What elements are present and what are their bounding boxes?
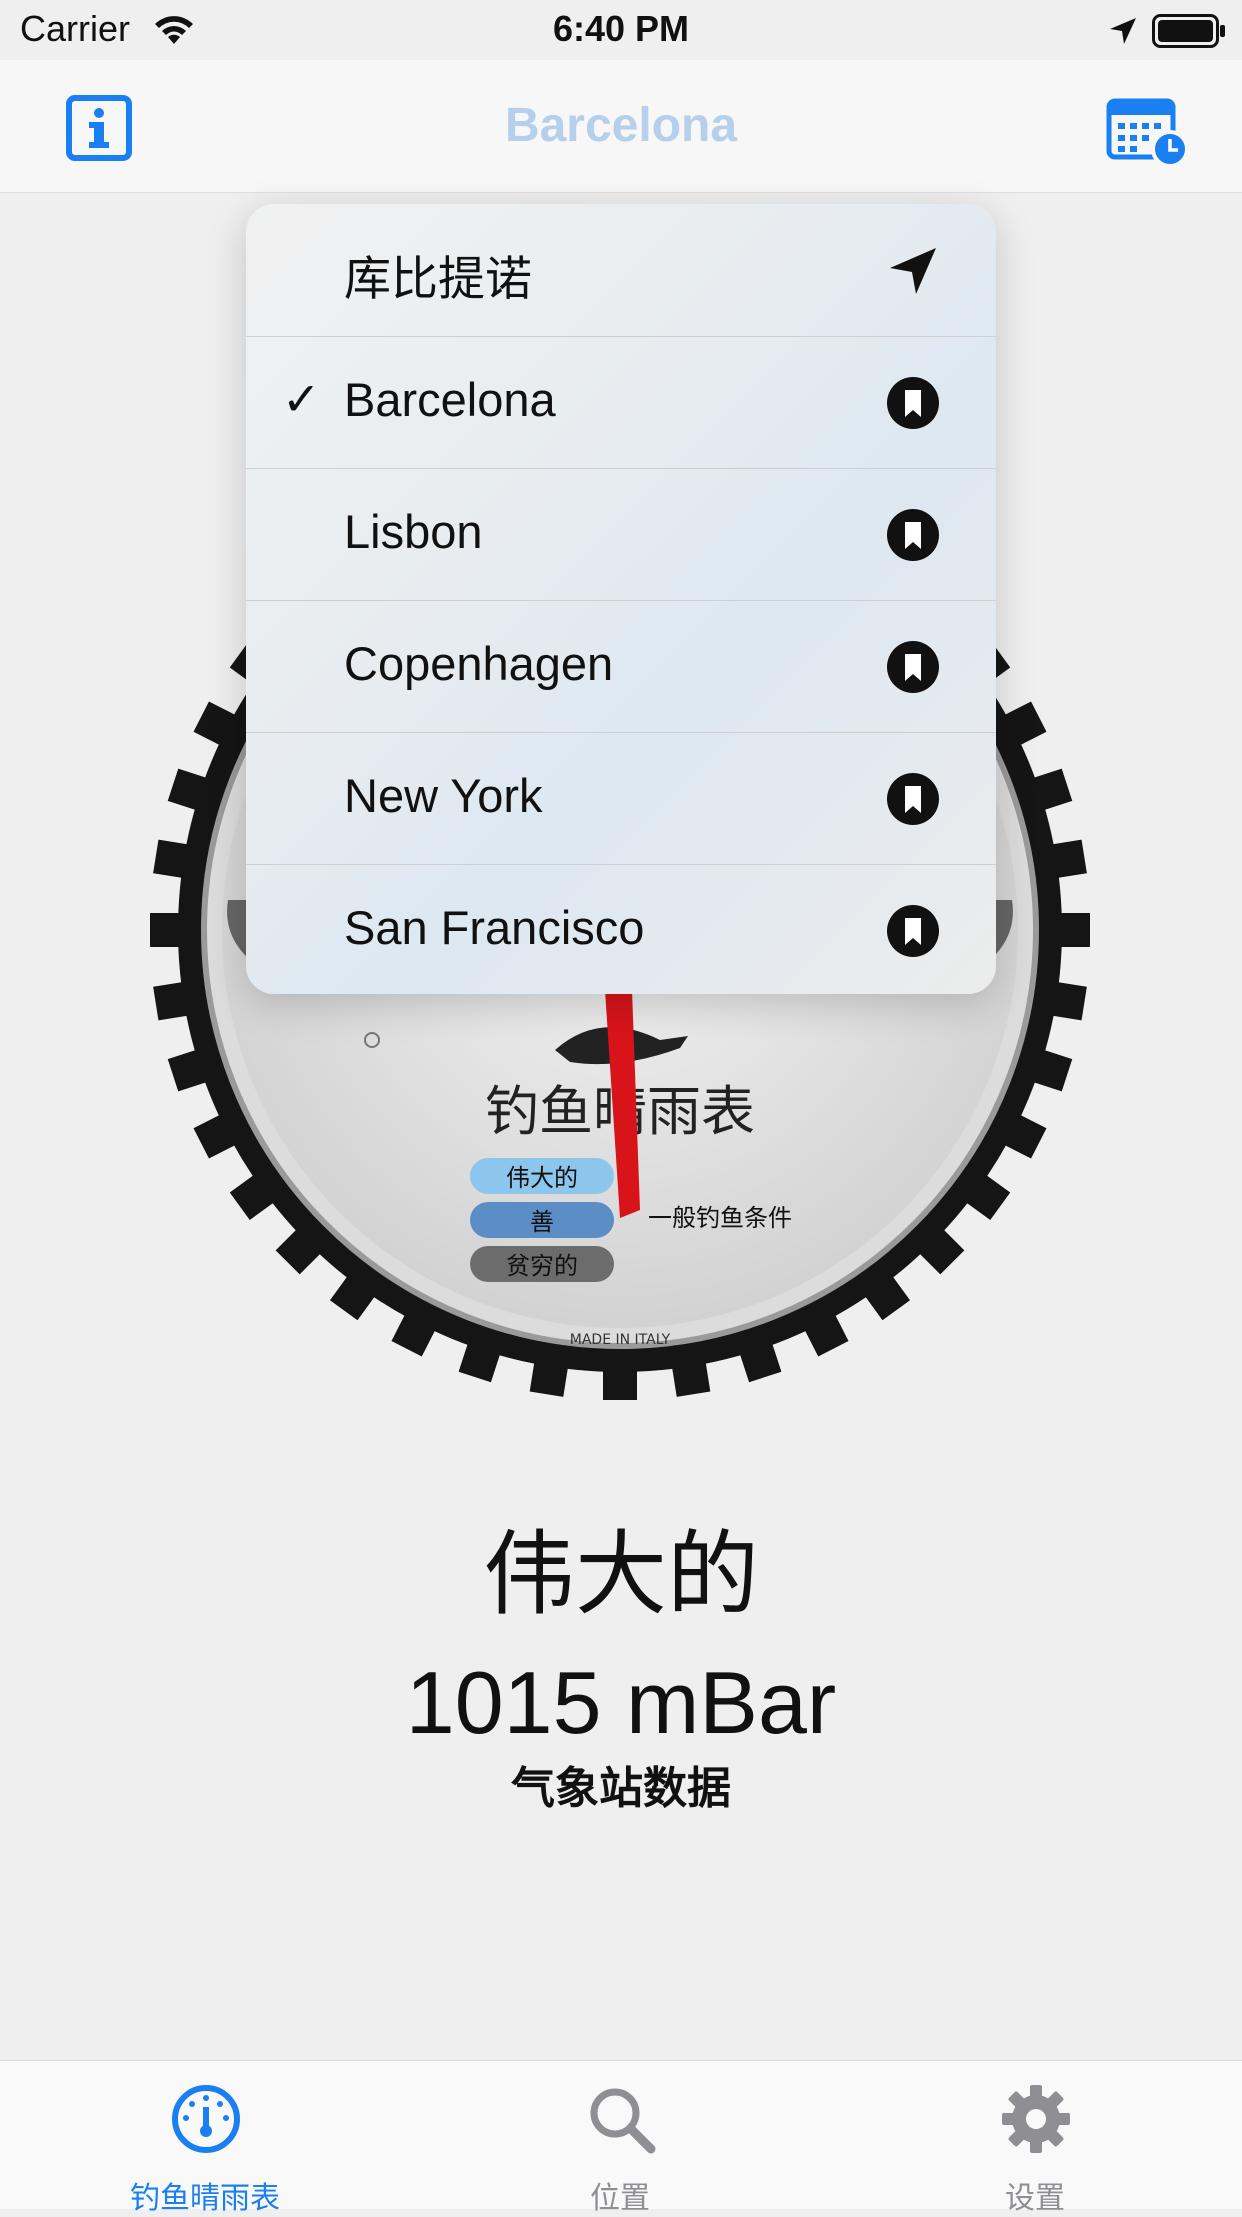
pointer-label: 一般钓鱼条件 — [648, 1204, 792, 1232]
legend-great: 伟大的 — [506, 1164, 578, 1192]
navigation-bar: Barcelona — [0, 60, 1242, 193]
menu-item-label: Barcelona — [344, 373, 556, 426]
nav-title[interactable]: Barcelona — [0, 98, 1242, 153]
search-icon — [590, 2088, 656, 2154]
gauge-icon — [172, 2085, 240, 2153]
tab-bar: 钓鱼晴雨表 位置 设置 — [0, 2060, 1242, 2215]
checkmark-icon: ✓ — [282, 373, 321, 425]
tab-barometer-label: 钓鱼晴雨表 — [130, 2182, 280, 2215]
condition-label: 伟大的 — [482, 1524, 759, 1626]
location-menu: 库比提诺 ✓ Barcelona Lisbon Copenhagen New York Sa… — [246, 204, 996, 994]
bookmark-icon — [887, 905, 939, 957]
battery-icon — [1152, 14, 1225, 48]
location-arrow-icon — [890, 248, 936, 294]
tab-location-label: 位置 — [590, 2182, 650, 2215]
bookmark-icon — [887, 641, 939, 693]
tab-settings[interactable]: 设置 — [885, 2061, 1185, 2215]
tab-location[interactable]: 位置 — [470, 2061, 770, 2215]
status-bar: Carrier 6:40 PM — [0, 0, 1242, 60]
made-in-label: MADE IN ITALY — [570, 1332, 671, 1348]
bookmark-icon — [887, 509, 939, 561]
bookmark-icon — [887, 377, 939, 429]
data-source-label: 气象站数据 — [511, 1764, 731, 1813]
menu-item-label: San Francisco — [344, 901, 645, 954]
menu-item[interactable]: 库比提诺 — [246, 204, 996, 337]
tab-barometer[interactable]: 钓鱼晴雨表 — [55, 2061, 355, 2215]
bookmark-icon — [887, 773, 939, 825]
menu-item-label: 库比提诺 — [344, 252, 532, 305]
location-services-icon — [1110, 18, 1136, 44]
legend-good: 善 — [530, 1208, 554, 1236]
menu-item[interactable]: Copenhagen — [246, 600, 996, 733]
menu-item-label: Copenhagen — [344, 637, 614, 690]
menu-item[interactable]: Lisbon — [246, 468, 996, 601]
gauge-legend: 伟大的 善 贫穷的 — [470, 1158, 614, 1282]
menu-item-label: Lisbon — [344, 505, 483, 558]
menu-item[interactable]: New York — [246, 732, 996, 865]
pressure-value: 1015 mBar — [405, 1653, 837, 1752]
menu-item[interactable]: San Francisco — [246, 864, 996, 994]
menu-item[interactable]: ✓ Barcelona — [246, 336, 996, 469]
calendar-clock-button[interactable] — [1106, 93, 1190, 169]
menu-item-label: New York — [344, 769, 543, 822]
tab-settings-label: 设置 — [1005, 2182, 1065, 2215]
gear-icon — [1002, 2085, 1070, 2153]
clock: 6:40 PM — [552, 8, 690, 49]
legend-poor: 贫穷的 — [506, 1252, 578, 1280]
